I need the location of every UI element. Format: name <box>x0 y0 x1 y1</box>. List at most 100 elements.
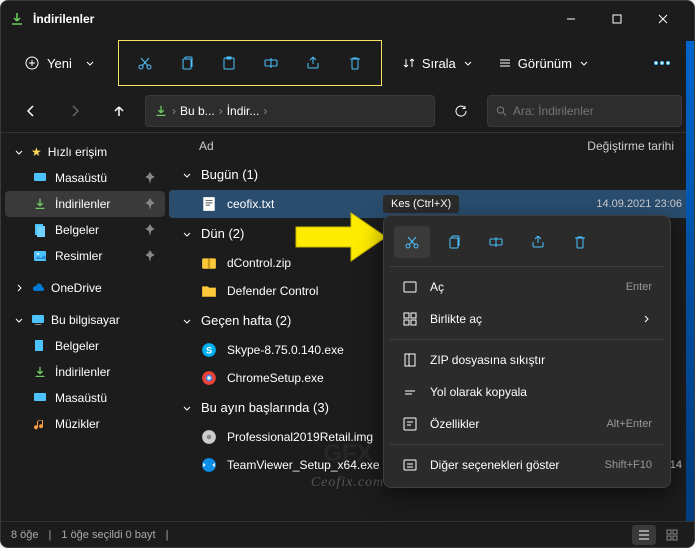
context-tooltip: Kes (Ctrl+X) <box>383 195 459 213</box>
breadcrumb[interactable]: › Bu b... › İndir... › <box>145 95 435 127</box>
downloads-icon <box>33 197 47 211</box>
chevron-down-icon <box>181 228 193 240</box>
sidebar-item-pictures[interactable]: Resimler <box>5 243 165 269</box>
sidebar-item-downloads[interactable]: İndirilenler <box>5 191 165 217</box>
copypath-icon <box>402 384 418 400</box>
zip-file-icon <box>201 255 217 271</box>
chevron-right-icon <box>13 282 25 294</box>
sidebar-item-desktop[interactable]: Masaüstü <box>5 165 165 191</box>
bc-sep: › <box>219 104 223 118</box>
maximize-button[interactable] <box>594 3 640 35</box>
cloud-icon <box>31 281 45 295</box>
delete-button[interactable] <box>335 45 375 81</box>
bc-seg-2[interactable]: İndir... <box>227 104 260 118</box>
share-button[interactable] <box>293 45 333 81</box>
navbar: › Bu b... › İndir... › <box>1 89 694 133</box>
forward-button[interactable] <box>57 95 93 127</box>
sidebar-item-label: Belgeler <box>55 339 99 353</box>
sidebar-item-label: Resimler <box>55 249 102 263</box>
sidebar-quick-access[interactable]: ★ Hızlı erişim <box>5 139 165 165</box>
sidebar-item-label: İndirilenler <box>55 197 110 211</box>
music-icon <box>33 417 47 431</box>
cm-cut-button[interactable] <box>394 226 430 258</box>
sidebar-item-desktop-pc[interactable]: Masaüstü <box>5 385 165 411</box>
thumbnails-view-button[interactable] <box>660 525 684 545</box>
sidebar-item-documents[interactable]: Belgeler <box>5 217 165 243</box>
exe-chrome-icon <box>201 370 217 386</box>
sort-label: Sırala <box>422 56 456 71</box>
star-icon: ★ <box>31 145 42 159</box>
sidebar-item-label: Belgeler <box>55 223 99 237</box>
column-headers: Ad Değiştirme tarihi <box>169 133 694 159</box>
copy-button[interactable] <box>167 45 207 81</box>
up-button[interactable] <box>101 95 137 127</box>
bc-seg-1[interactable]: Bu b... <box>180 104 215 118</box>
group-label: Dün (2) <box>201 226 244 241</box>
paste-button[interactable] <box>209 45 249 81</box>
plus-circle-icon <box>25 56 39 70</box>
cm-copypath[interactable]: Yol olarak kopyala <box>390 376 664 408</box>
sidebar-item-label: İndirilenler <box>55 365 110 379</box>
zip-icon <box>402 352 418 368</box>
status-items: 8 öğe <box>11 529 39 541</box>
more-icon <box>402 457 418 473</box>
search-input[interactable] <box>513 104 673 118</box>
chevron-down-icon <box>578 57 590 69</box>
more-button[interactable] <box>642 45 682 81</box>
cm-zip[interactable]: ZIP dosyasına sıkıştır <box>390 344 664 376</box>
sidebar-item-label: Masaüstü <box>55 391 107 405</box>
cm-rename-button[interactable] <box>478 226 514 258</box>
cm-share-button[interactable] <box>520 226 556 258</box>
pin-icon <box>143 197 157 211</box>
cm-more[interactable]: Diğer seçenekleri göster Shift+F10 <box>390 449 664 481</box>
cm-properties[interactable]: Özellikler Alt+Enter <box>390 408 664 440</box>
cm-label: ZIP dosyasına sıkıştır <box>430 353 652 367</box>
sidebar-onedrive[interactable]: OneDrive <box>5 275 165 301</box>
pictures-icon <box>33 249 47 263</box>
chevron-down-icon <box>181 169 193 181</box>
sidebar-item-music[interactable]: Müzikler <box>5 411 165 437</box>
cut-button[interactable] <box>125 45 165 81</box>
sidebar-thispc[interactable]: Bu bilgisayar <box>5 307 165 333</box>
cm-copy-button[interactable] <box>436 226 472 258</box>
cm-shortcut: Shift+F10 <box>605 459 652 471</box>
sidebar-item-label: Masaüstü <box>55 171 107 185</box>
sort-button[interactable]: Sırala <box>392 50 484 77</box>
sidebar-item-documents-pc[interactable]: Belgeler <box>5 333 165 359</box>
new-button[interactable]: Yeni <box>13 50 108 77</box>
rename-button[interactable] <box>251 45 291 81</box>
cm-delete-button[interactable] <box>562 226 598 258</box>
properties-icon <box>402 416 418 432</box>
refresh-button[interactable] <box>443 95 479 127</box>
sidebar-item-downloads-pc[interactable]: İndirilenler <box>5 359 165 385</box>
folder-icon <box>201 283 217 299</box>
details-view-button[interactable] <box>632 525 656 545</box>
view-icon <box>498 56 512 70</box>
exe-skype-icon: S <box>201 342 217 358</box>
cm-openwith[interactable]: Birlikte aç <box>390 303 664 335</box>
sidebar-item-label: OneDrive <box>51 281 102 295</box>
svg-text:S: S <box>206 345 212 355</box>
sidebar-item-label: Müzikler <box>55 417 100 431</box>
view-button[interactable]: Görünüm <box>488 50 600 77</box>
close-button[interactable] <box>640 3 686 35</box>
cm-label: Birlikte aç <box>430 312 628 326</box>
col-name[interactable]: Ad <box>199 139 534 153</box>
pin-icon <box>143 223 157 237</box>
downloads-icon <box>33 365 47 379</box>
search-box[interactable] <box>487 95 682 127</box>
back-button[interactable] <box>13 95 49 127</box>
cm-open[interactable]: Aç Enter <box>390 271 664 303</box>
file-date: 14.09.2021 23:06 <box>562 198 682 210</box>
group-today[interactable]: Bugün (1) <box>169 159 694 190</box>
exe-tv-icon <box>201 457 217 473</box>
sidebar: ★ Hızlı erişim Masaüstü İndirilenler Bel… <box>1 133 169 521</box>
chevron-down-icon <box>181 402 193 414</box>
cm-label: Diğer seçenekleri göster <box>430 458 593 472</box>
minimize-button[interactable] <box>548 3 594 35</box>
status-selected: 1 öğe seçildi 0 bayt <box>61 529 155 541</box>
openwith-icon <box>402 311 418 327</box>
col-date[interactable]: Değiştirme tarihi <box>534 139 674 153</box>
chevron-right-icon <box>640 313 652 325</box>
documents-icon <box>33 339 47 353</box>
